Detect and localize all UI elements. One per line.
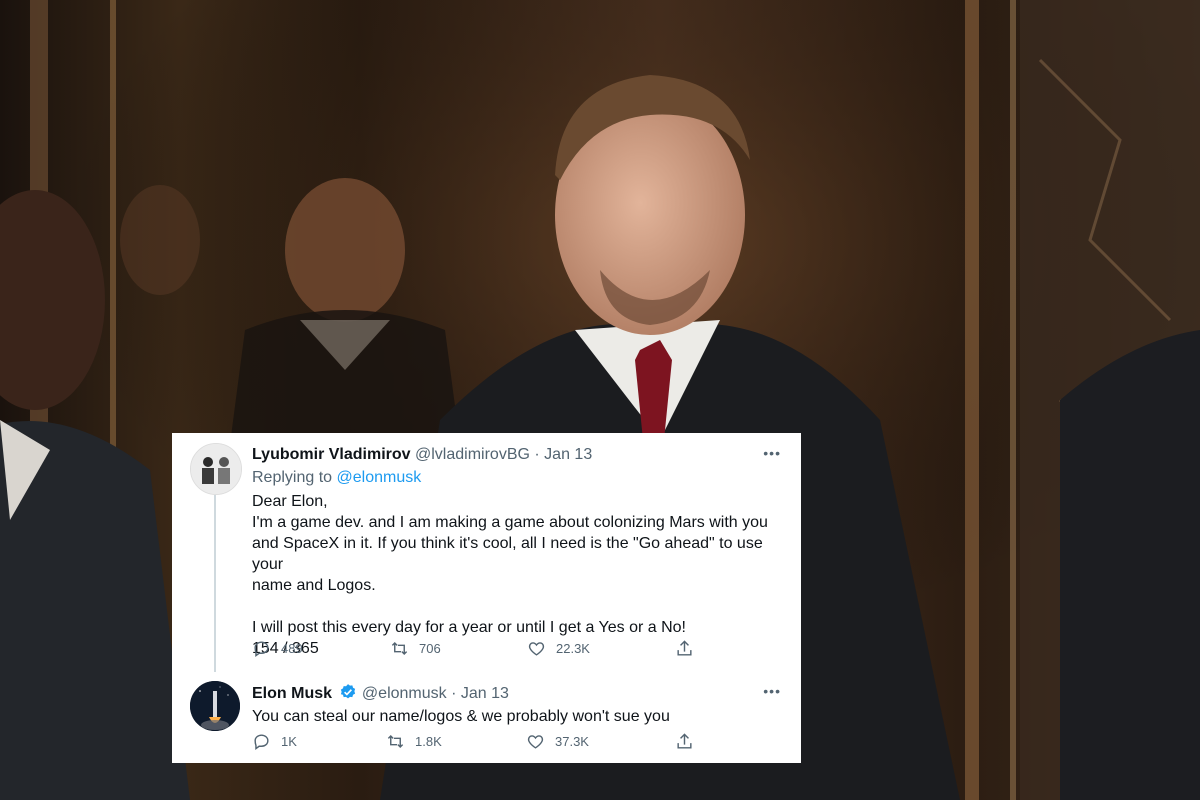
reply-count: 1K [281, 734, 297, 749]
retweet-count: 1.8K [415, 734, 442, 749]
tweet-text: You can steal our name/logos & we probab… [252, 706, 787, 727]
tweet-lyubomir[interactable]: Lyubomir Vladimirov @lvladimirovBG · Jan… [172, 433, 801, 673]
reply-button[interactable]: 489 [252, 639, 303, 658]
reply-button[interactable]: 1K [252, 732, 297, 751]
avatar[interactable] [190, 681, 240, 731]
tweet-line: Dear Elon, [252, 493, 328, 510]
author-name[interactable]: Lyubomir Vladimirov [252, 446, 411, 463]
reply-count: 489 [281, 641, 303, 656]
thread-connector-line [214, 495, 216, 672]
share-button[interactable] [675, 732, 694, 751]
tweet-header: Elon Musk @elonmusk · Jan 13 [252, 683, 509, 704]
tweet-line: and SpaceX in it. If you think it's cool… [252, 535, 763, 573]
avatar-image [191, 444, 241, 494]
retweet-button[interactable]: 1.8K [386, 732, 442, 751]
retweet-icon [391, 641, 408, 656]
dot-separator: · [451, 685, 457, 702]
reply-icon [254, 641, 269, 658]
like-count: 22.3K [556, 641, 590, 656]
tweet-line: You can steal our name/logos & we probab… [252, 708, 670, 725]
tweet-date[interactable]: Jan 13 [461, 685, 509, 702]
tweet-date[interactable]: Jan 13 [544, 446, 592, 463]
reply-icon [254, 734, 269, 751]
retweet-count: 706 [419, 641, 441, 656]
tweet-line [252, 596, 787, 617]
mention-link[interactable]: @elonmusk [337, 469, 422, 486]
heart-icon [527, 735, 544, 749]
share-icon [677, 640, 692, 656]
tweet-header: Lyubomir Vladimirov @lvladimirovBG · Jan… [252, 445, 592, 465]
like-button[interactable]: 37.3K [526, 732, 589, 751]
like-count: 37.3K [555, 734, 589, 749]
author-handle[interactable]: @lvladimirovBG [415, 446, 530, 463]
tweet-elon-musk[interactable]: Elon Musk @elonmusk · Jan 13 ••• You can… [172, 673, 801, 763]
retweet-icon [387, 734, 404, 749]
tweet-actions: 489 706 22.3K [252, 639, 712, 661]
dot-separator: · [534, 446, 540, 463]
avatar-image [190, 681, 240, 731]
tweet-thread-card: Lyubomir Vladimirov @lvladimirovBG · Jan… [172, 433, 801, 763]
more-options-icon[interactable]: ••• [763, 683, 781, 699]
tweet-text: Dear Elon, I'm a game dev. and I am maki… [252, 491, 787, 659]
avatar[interactable] [190, 443, 242, 495]
tweet-line: I will post this every day for a year or… [252, 619, 686, 636]
heart-icon [528, 642, 545, 656]
like-button[interactable]: 22.3K [527, 639, 590, 658]
replying-to-label: Replying to [252, 469, 337, 486]
share-icon [677, 733, 692, 749]
replying-to: Replying to @elonmusk [252, 468, 421, 488]
share-button[interactable] [675, 639, 694, 658]
tweet-line: name and Logos. [252, 577, 376, 594]
verified-badge-icon [341, 684, 356, 699]
retweet-button[interactable]: 706 [390, 639, 441, 658]
tweet-line: I'm a game dev. and I am making a game a… [252, 514, 768, 531]
more-options-icon[interactable]: ••• [763, 445, 781, 461]
author-handle[interactable]: @elonmusk [362, 685, 447, 702]
author-name[interactable]: Elon Musk [252, 685, 332, 702]
tweet-actions: 1K 1.8K 37.3K [252, 732, 712, 754]
